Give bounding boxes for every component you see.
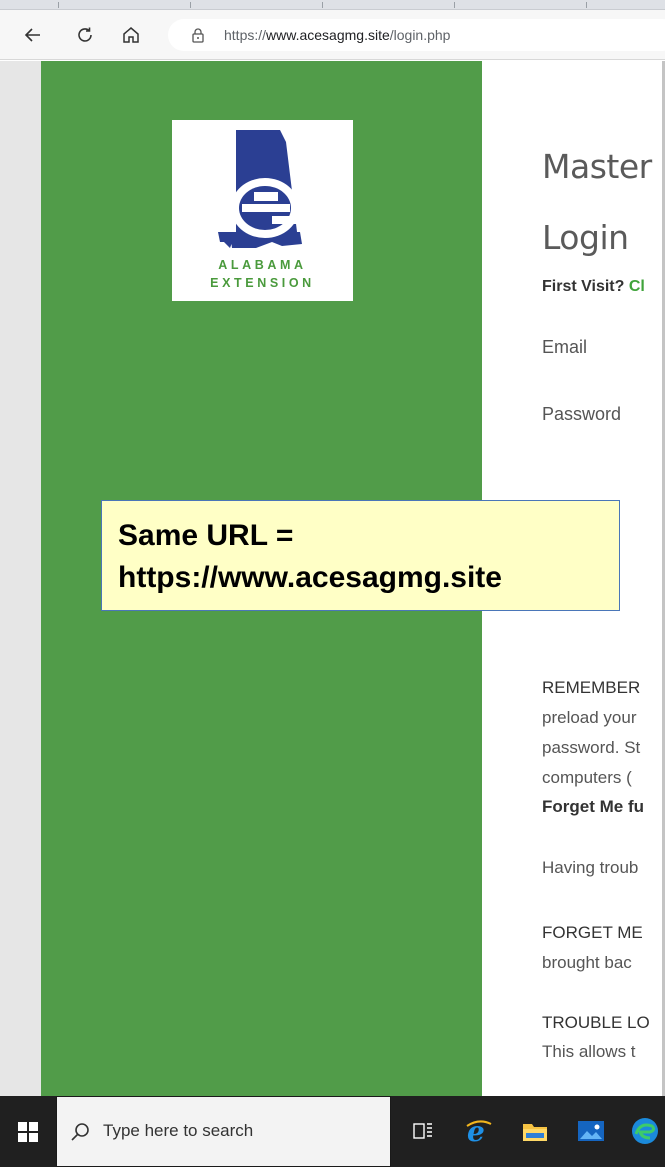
home-button[interactable] [116, 20, 146, 50]
tab-separator [58, 2, 59, 8]
first-visit-label: First Visit? [542, 278, 625, 295]
windows-taskbar: Type here to search e [0, 1096, 665, 1167]
back-button[interactable] [18, 20, 48, 50]
start-button[interactable] [0, 1096, 56, 1167]
task-view-button[interactable] [406, 1114, 440, 1148]
browser-toolbar: https://www.acesagmg.site/login.php [0, 10, 665, 60]
url-path: /login.php [389, 27, 451, 43]
trouble-login-heading: TROUBLE LO [542, 1013, 650, 1032]
url-host: www.acesagmg.site [266, 27, 390, 43]
search-icon [71, 1123, 89, 1141]
remember-text-line: computers ( [542, 768, 632, 787]
address-bar[interactable]: https://www.acesagmg.site/login.php [168, 19, 665, 51]
lock-icon[interactable] [190, 27, 206, 43]
photos-icon [578, 1121, 604, 1141]
photos-button[interactable] [574, 1114, 608, 1148]
page-title-line1: Master [542, 147, 652, 186]
edge-icon [632, 1118, 658, 1144]
file-explorer-button[interactable] [518, 1114, 552, 1148]
forget-me-text-line: Forget Me fu [542, 797, 644, 816]
page-left-margin [0, 61, 41, 1096]
callout-line-2: https://www.acesagmg.site [118, 561, 502, 594]
password-label: Password [542, 404, 622, 424]
windows-start-icon [18, 1121, 38, 1142]
first-visit-text: First Visit? Cl [542, 278, 645, 296]
refresh-icon [78, 27, 92, 42]
tab-separator [454, 2, 455, 8]
remember-heading: REMEMBER [542, 678, 641, 697]
edge-browser-button[interactable] [628, 1114, 662, 1148]
url-text[interactable]: https://www.acesagmg.site/login.php [224, 27, 450, 43]
taskbar-search-box[interactable]: Type here to search [56, 1096, 391, 1167]
tab-separator [322, 2, 323, 8]
logo-word-alabama: ALABAMA [218, 258, 307, 272]
url-scheme: https:// [224, 27, 267, 43]
file-explorer-icon [523, 1124, 547, 1141]
email-label: Email [542, 337, 588, 357]
forget-me-text: brought bac [542, 953, 632, 972]
alabama-state-logo-icon [218, 130, 302, 248]
url-callout-box: Same URL = https://www.acesagmg.site [101, 500, 620, 611]
having-trouble-text: Having troub [542, 858, 639, 877]
tab-separator [190, 2, 191, 8]
trouble-login-text: This allows t [542, 1042, 636, 1061]
remember-text-line: preload your [542, 708, 637, 727]
remember-text-line: password. St [542, 738, 641, 757]
back-arrow-icon [24, 28, 40, 42]
internet-explorer-icon: e [466, 1116, 492, 1146]
refresh-button[interactable] [70, 20, 100, 50]
first-visit-link[interactable]: Cl [629, 278, 645, 295]
logo-word-extension: EXTENSION [210, 276, 315, 290]
internet-explorer-button[interactable]: e [462, 1114, 496, 1148]
search-placeholder: Type here to search [103, 1121, 254, 1140]
callout-line-1: Same URL = [118, 519, 294, 552]
tab-separator [586, 2, 587, 8]
forget-me-heading: FORGET ME [542, 923, 643, 942]
home-icon [123, 27, 139, 43]
page-title-line2: Login [542, 218, 629, 257]
task-view-icon [413, 1123, 432, 1139]
alabama-extension-logo: ALABAMA EXTENSION [172, 120, 353, 301]
tab-strip [0, 0, 665, 10]
